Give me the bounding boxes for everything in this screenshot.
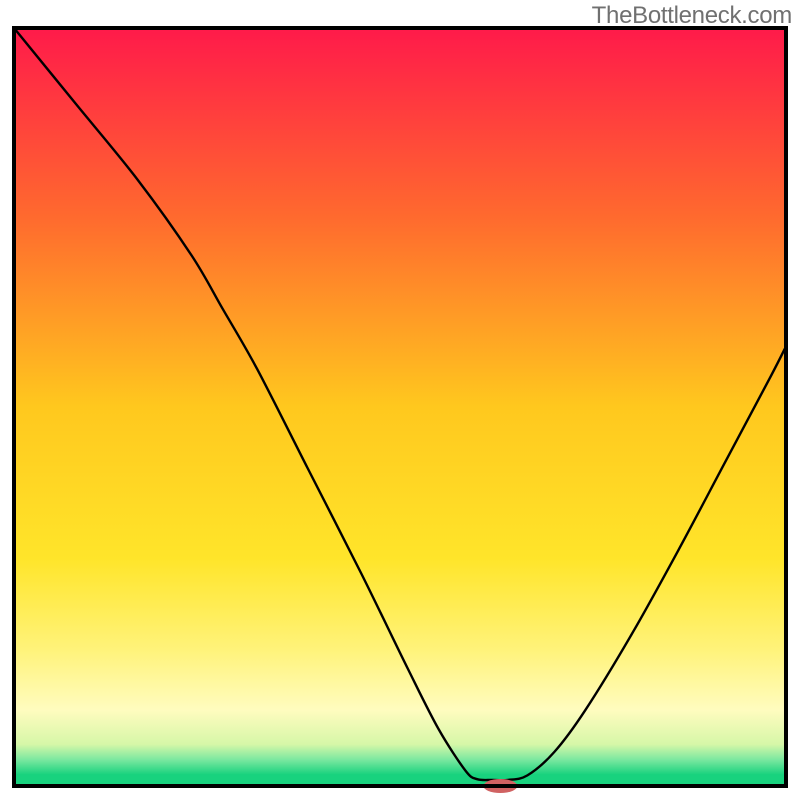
chart-svg xyxy=(0,0,800,800)
bottleneck-chart: TheBottleneck.com xyxy=(0,0,800,800)
watermark-text: TheBottleneck.com xyxy=(592,2,792,30)
gradient-background xyxy=(14,28,786,786)
